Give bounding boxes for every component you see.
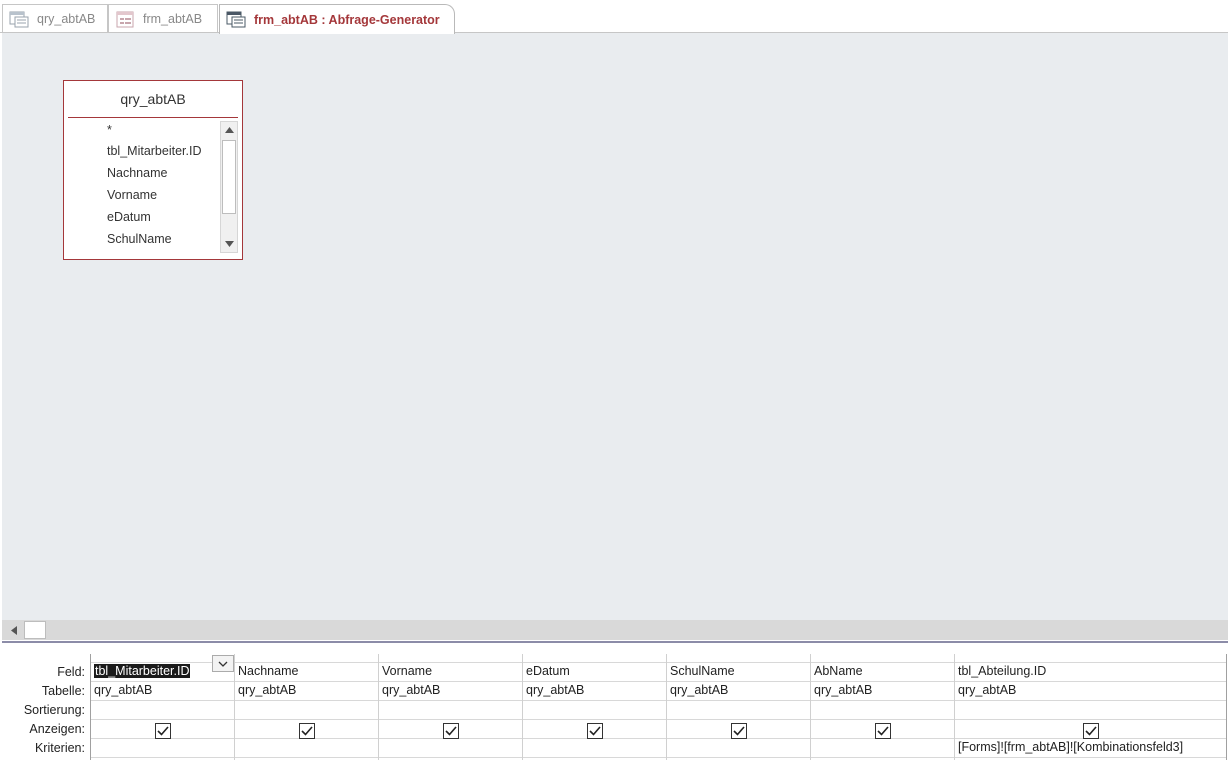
field-cell-value: tbl_Mitarbeiter.ID [94,664,191,678]
field-list-scrollbar[interactable] [220,121,238,253]
field-cell[interactable]: Vorname [382,664,432,678]
show-checkbox[interactable] [443,723,459,739]
grid-column[interactable]: AbName qry_abtAB [811,654,955,760]
show-checkbox[interactable] [299,723,315,739]
grid-column[interactable]: Nachname qry_abtAB [235,654,379,760]
field-list-item[interactable]: SchulName [107,232,172,246]
table-cell[interactable]: qry_abtAB [670,683,728,697]
row-label-tabelle: Tabelle: [41,684,85,698]
query-icon [9,11,29,27]
chevron-down-icon[interactable] [212,655,234,672]
field-cell[interactable]: tbl_Mitarbeiter.ID [94,664,191,678]
field-cell[interactable]: Nachname [238,664,298,678]
field-list-item[interactable]: Vorname [107,188,157,202]
table-cell[interactable]: qry_abtAB [94,683,152,697]
table-cell[interactable]: qry_abtAB [382,683,440,697]
field-list-item[interactable]: tbl_Mitarbeiter.ID [107,144,201,158]
document-tab-strip: qry_abtAB frm_abtAB frm_abtAB : Abfrage-… [0,0,1228,34]
tab-frm-abtab[interactable]: frm_abtAB [108,4,218,33]
table-cell[interactable]: qry_abtAB [526,683,584,697]
scroll-left-icon[interactable] [6,622,22,638]
tab-label: qry_abtAB [37,12,96,26]
field-cell[interactable]: tbl_Abteilung.ID [958,664,1046,678]
row-label-sortierung: Sortierung: [23,703,85,717]
grid-column[interactable]: SchulName qry_abtAB [667,654,811,760]
query-design-grid: Feld: Tabelle: Sortierung: Anzeigen: Kri… [0,645,1228,760]
show-checkbox[interactable] [587,723,603,739]
show-checkbox[interactable] [731,723,747,739]
grid-column[interactable]: Vorname qry_abtAB [379,654,523,760]
field-list-item[interactable]: * [107,123,112,137]
table-cell[interactable]: qry_abtAB [814,683,872,697]
field-cell[interactable]: AbName [814,664,863,678]
tab-qry-abtab[interactable]: qry_abtAB [2,4,108,33]
query-builder-icon [226,11,246,28]
grid-columns: tbl_Mitarbeiter.ID qry_abtAB Nachname qr… [90,654,1227,760]
show-checkbox[interactable] [155,723,171,739]
tab-label: frm_abtAB [143,12,203,26]
grid-column[interactable]: eDatum qry_abtAB [523,654,667,760]
criteria-cell[interactable]: [Forms]![frm_abtAB]![Kombinationsfeld3] [958,740,1183,754]
row-label-feld: Feld: [57,665,85,679]
tab-query-builder[interactable]: frm_abtAB : Abfrage-Generator [219,4,455,34]
show-checkbox[interactable] [875,723,891,739]
field-list-divider [68,117,238,118]
field-list-item[interactable]: Nachname [107,166,167,180]
field-list-title: qry_abtAB [120,91,186,107]
field-list-item[interactable]: eDatum [107,210,151,224]
field-cell[interactable]: SchulName [670,664,735,678]
table-cell[interactable]: qry_abtAB [238,683,296,697]
query-design-pane[interactable]: qry_abtAB * tbl_Mitarbeiter.ID Nachname … [2,33,1228,620]
scroll-down-icon[interactable] [221,236,237,252]
show-checkbox[interactable] [1083,723,1099,739]
grid-column[interactable]: tbl_Mitarbeiter.ID qry_abtAB [91,654,235,760]
grid-column[interactable]: tbl_Abteilung.ID qry_abtAB [Forms]![frm_… [955,654,1227,760]
scroll-up-icon[interactable] [221,122,237,138]
field-list-qry-abtab[interactable]: qry_abtAB * tbl_Mitarbeiter.ID Nachname … [63,80,243,260]
field-cell[interactable]: eDatum [526,664,570,678]
form-icon [116,11,134,27]
pane-horizontal-scrollbar[interactable] [2,620,1228,640]
tab-label: frm_abtAB : Abfrage-Generator [254,12,440,27]
row-label-anzeigen: Anzeigen: [29,722,85,736]
scroll-thumb[interactable] [222,140,236,214]
table-cell[interactable]: qry_abtAB [958,683,1016,697]
row-label-kriterien: Kriterien: [34,741,85,755]
scroll-thumb[interactable] [24,621,46,639]
